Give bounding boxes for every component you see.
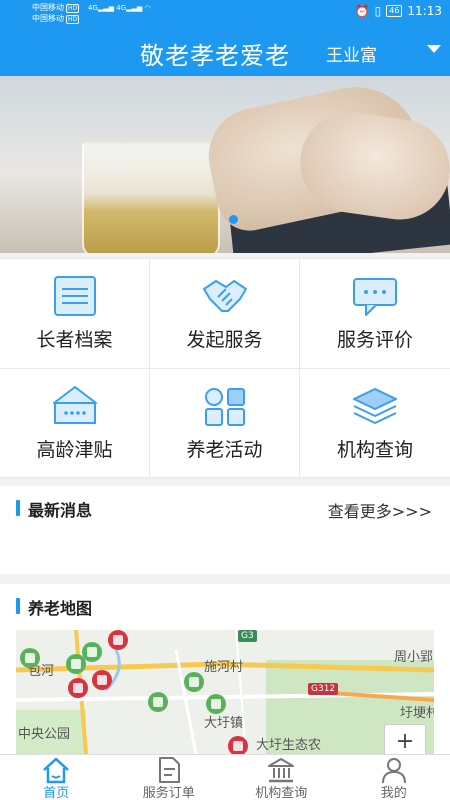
map-marker-pin[interactable] bbox=[68, 678, 88, 698]
section-accent-bar bbox=[16, 598, 20, 614]
service-senior-subsidy[interactable]: 高龄津贴 bbox=[0, 369, 149, 477]
map-title: 养老地图 bbox=[28, 599, 93, 618]
map-label-village: 施河村 bbox=[204, 660, 244, 675]
section-accent-bar bbox=[16, 500, 20, 516]
service-label: 高龄津贴 bbox=[36, 439, 113, 461]
news-section: 最新消息 查看更多>>> bbox=[0, 486, 450, 574]
map-marker-pin[interactable] bbox=[148, 692, 168, 712]
alarm-icon: ⏰ bbox=[354, 4, 370, 18]
map-marker-pin[interactable] bbox=[20, 648, 40, 668]
map-label-yugeng: 圩埂村 bbox=[400, 706, 434, 721]
service-label: 长者档案 bbox=[36, 329, 113, 351]
signal-label-2: 4G bbox=[116, 4, 127, 12]
map-label-eco: 大圩生态农 bbox=[256, 738, 322, 753]
tab-label: 机构查询 bbox=[255, 786, 308, 800]
carrier-label-2: 中国移动 bbox=[32, 14, 64, 23]
map-marker-pin[interactable] bbox=[82, 642, 102, 662]
battery-indicator: 46 bbox=[386, 5, 403, 17]
vibrate-icon: ▯ bbox=[374, 4, 382, 18]
app-header: 中国移动 HD 中国移动 HD 4G▂▃▅ 4G▂▃▅ ◠ ⏰ ▯ 46 11:13… bbox=[0, 0, 450, 76]
road-badge-g312: G312 bbox=[308, 683, 339, 695]
tab-label: 服务订单 bbox=[142, 786, 195, 800]
tab-service-orders[interactable]: 服务订单 bbox=[113, 755, 226, 800]
status-right: ⏰ ▯ 46 11:13 bbox=[355, 4, 442, 18]
activity-grid-icon bbox=[204, 388, 245, 426]
service-label: 机构查询 bbox=[336, 439, 413, 461]
service-evaluation[interactable]: 服务评价 bbox=[300, 259, 450, 368]
hd-badge-2: HD bbox=[66, 15, 80, 24]
bottom-tab-bar: 首页 服务订单 机构查询 我的 bbox=[0, 754, 450, 800]
tab-mine[interactable]: 我的 bbox=[338, 755, 450, 800]
status-time: 11:13 bbox=[407, 4, 442, 18]
service-label: 发起服务 bbox=[186, 329, 263, 351]
profile-card-icon bbox=[53, 276, 96, 316]
person-icon bbox=[381, 758, 406, 784]
service-label: 养老活动 bbox=[186, 439, 263, 461]
map-marker-pin[interactable] bbox=[228, 736, 248, 754]
tea-glass-image bbox=[82, 142, 220, 253]
status-carriers: 中国移动 HD 中国移动 HD bbox=[32, 2, 80, 24]
wifi-icon: ◠ bbox=[144, 4, 151, 12]
elderly-care-map[interactable]: G3 G312 施河村 大圩镇 大圩生态农 中央公园 包河 周小郢 圩埂村 + bbox=[16, 630, 434, 754]
map-marker-pin[interactable] bbox=[184, 672, 204, 692]
home-icon bbox=[43, 757, 70, 784]
handshake-icon bbox=[202, 280, 247, 312]
map-zoom-in-button[interactable]: + bbox=[384, 724, 426, 754]
map-label-town: 大圩镇 bbox=[204, 716, 244, 731]
map-label-park: 中央公园 bbox=[18, 727, 71, 742]
app-title: 敬老孝老爱老 bbox=[140, 42, 290, 70]
order-document-icon bbox=[158, 757, 180, 783]
tab-institution-query[interactable]: 机构查询 bbox=[225, 755, 338, 800]
comment-bubble-icon bbox=[353, 278, 397, 316]
banner-carousel[interactable] bbox=[0, 76, 450, 253]
tab-label: 我的 bbox=[380, 786, 407, 800]
signal-label: 4G bbox=[88, 4, 98, 12]
view-more-link[interactable]: 查看更多>>> bbox=[328, 498, 432, 522]
news-title: 最新消息 bbox=[28, 501, 93, 520]
service-institution-query[interactable]: 机构查询 bbox=[300, 369, 450, 477]
map-marker-pin[interactable] bbox=[92, 670, 112, 690]
map-section: 养老地图 G3 G312 施河村 大圩镇 大圩生态农 中央公园 包河 周小郢 圩… bbox=[0, 584, 450, 754]
service-grid: 长者档案 发起服务 服务评价 高龄津贴 养老活动 机构查询 bbox=[0, 258, 450, 478]
map-label-zhouxiao: 周小郢 bbox=[394, 650, 434, 665]
service-elder-profile[interactable]: 长者档案 bbox=[0, 259, 149, 368]
service-start[interactable]: 发起服务 bbox=[150, 259, 299, 368]
tab-label: 首页 bbox=[43, 786, 70, 800]
tab-home[interactable]: 首页 bbox=[0, 755, 113, 800]
carrier-label-1: 中国移动 bbox=[32, 3, 64, 12]
map-marker-pin[interactable] bbox=[108, 630, 128, 650]
signal-indicator: 4G▂▃▅ 4G▂▃▅ ◠ bbox=[88, 4, 151, 12]
user-name[interactable]: 王业富 bbox=[326, 41, 377, 66]
service-label: 服务评价 bbox=[336, 329, 413, 351]
user-dropdown-caret-icon[interactable] bbox=[427, 45, 441, 53]
hd-badge: HD bbox=[66, 4, 80, 13]
subsidy-house-icon bbox=[52, 386, 97, 424]
road-badge-g3: G3 bbox=[238, 630, 257, 642]
service-activities[interactable]: 养老活动 bbox=[150, 369, 299, 477]
carousel-indicator-dot[interactable] bbox=[229, 215, 238, 224]
institution-icon bbox=[268, 758, 295, 783]
layers-icon bbox=[353, 388, 397, 424]
map-marker-pin[interactable] bbox=[206, 694, 226, 714]
